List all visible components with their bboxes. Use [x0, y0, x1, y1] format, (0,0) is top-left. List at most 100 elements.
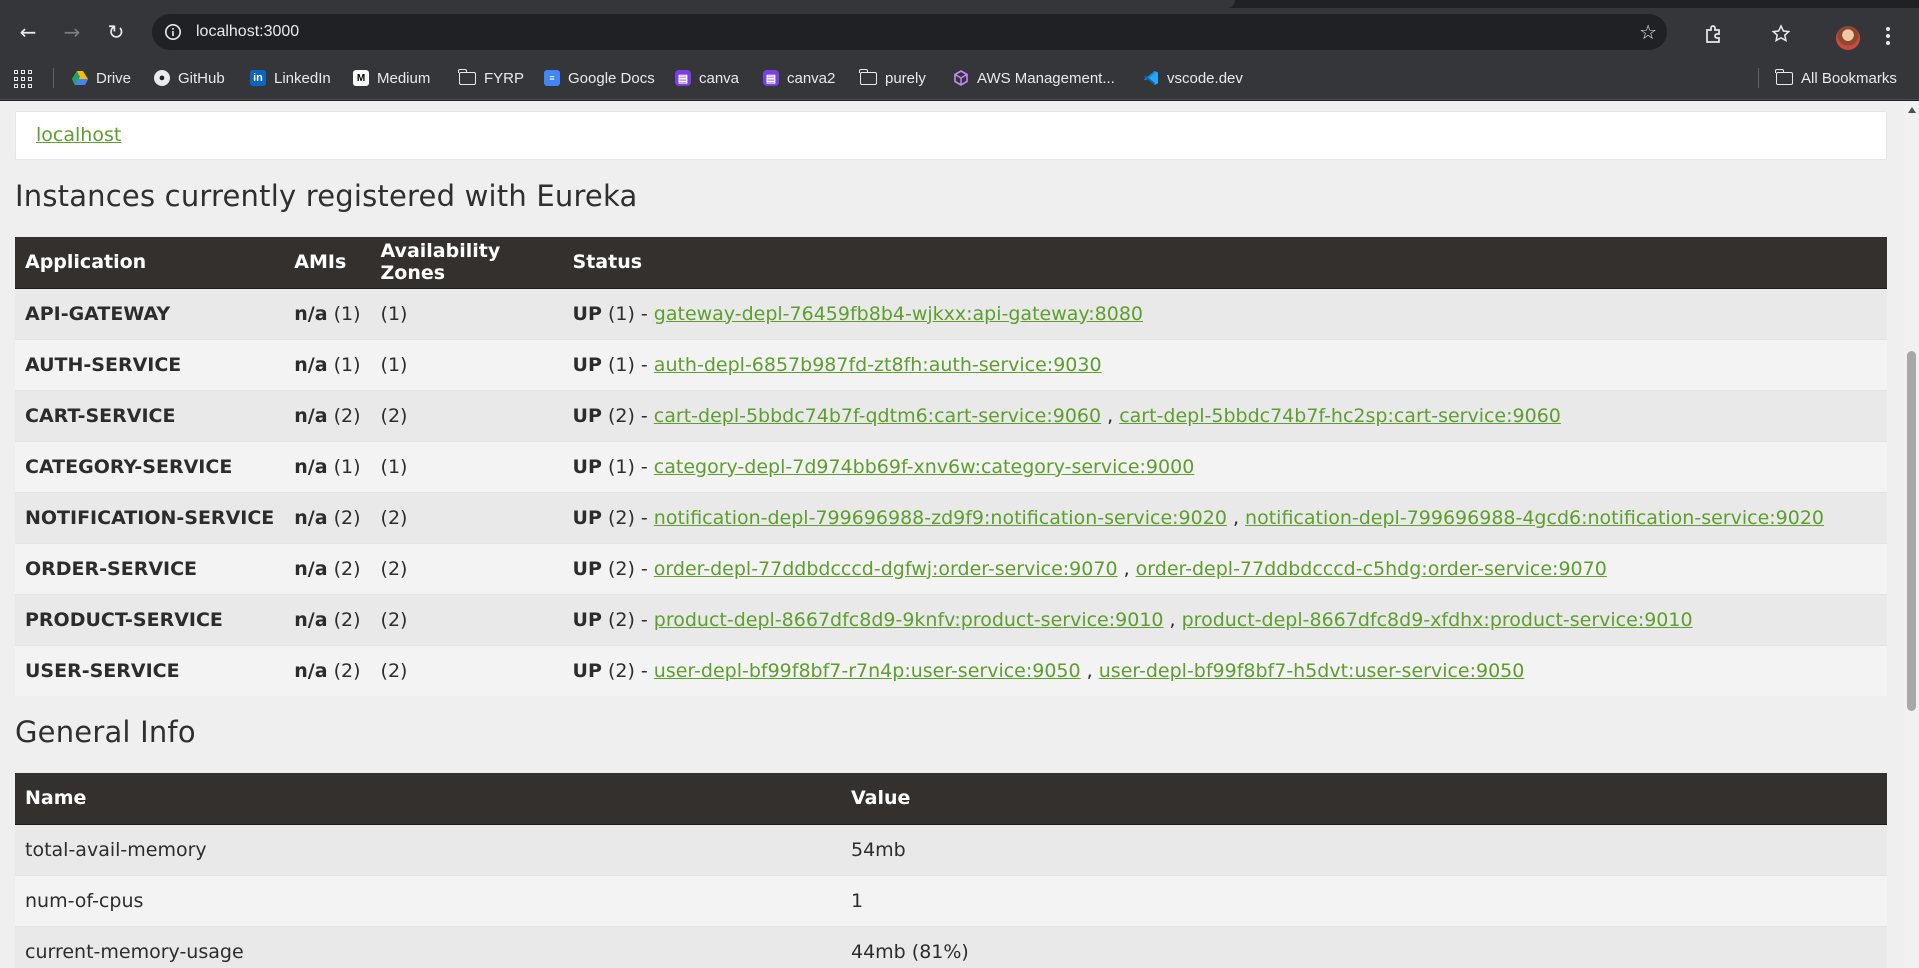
medium-icon: M [353, 70, 369, 86]
zones-cell: (1) [370, 440, 563, 492]
instance-link[interactable]: cart-depl-5bbdc74b7f-qdtm6:cart-service:… [654, 405, 1101, 427]
instances-table: Application AMIs Availability Zones Stat… [15, 237, 1887, 696]
amis-cell: n/a (2) [284, 542, 371, 594]
instance-link[interactable]: gateway-depl-76459fb8b4-wjkxx:api-gatewa… [654, 303, 1143, 325]
status-count: (2) - [607, 506, 648, 529]
apps-grid-icon[interactable] [14, 70, 32, 88]
status-cell: UP (1) - gateway-depl-76459fb8b4-wjkxx:a… [562, 287, 1887, 339]
instance-link[interactable]: notification-depl-799696988-4gcd6:notifi… [1245, 507, 1824, 529]
application-cell: AUTH-SERVICE [15, 338, 285, 390]
column-header: Value [841, 773, 1887, 825]
table-row: ORDER-SERVICE n/a (2) (2) UP (2) - order-de… [15, 542, 1887, 594]
bookmark-label: vscode.dev [1167, 69, 1243, 87]
ami-value: n/a [294, 557, 328, 580]
bookmark-label: purely [885, 69, 926, 87]
folder-icon [458, 68, 476, 85]
instance-link[interactable]: category-depl-7d974bb69f-xnv6w:category-… [654, 456, 1194, 478]
zones-cell: (2) [370, 491, 563, 543]
bookmark-google-docs[interactable]: ≡ Google Docs [544, 66, 655, 90]
bookmark-github[interactable]: ● GitHub [154, 66, 225, 90]
reload-button[interactable]: ↻ [100, 16, 132, 48]
info-name-cell: current-memory-usage [15, 925, 841, 968]
instance-link[interactable]: product-depl-8667dfc8d9-xfdhx:product-se… [1182, 609, 1693, 631]
scroll-up-arrow-icon[interactable] [1908, 107, 1916, 113]
bookmark-aws[interactable]: AWS Management... [953, 66, 1115, 90]
status-badge: UP [572, 608, 602, 631]
instance-link[interactable]: order-depl-77ddbdcccd-dgfwj:order-servic… [654, 558, 1118, 580]
status-badge: UP [572, 302, 602, 325]
ami-value: n/a [294, 506, 328, 529]
forward-button[interactable]: → [56, 16, 88, 48]
ami-value: n/a [294, 608, 328, 631]
arrow-left-icon: ← [19, 20, 37, 44]
bookmarks-divider [53, 68, 54, 88]
folder-icon [1775, 68, 1793, 85]
bookmark-drive[interactable]: Drive [72, 66, 131, 90]
status-cell: UP (2) - order-depl-77ddbdcccd-dgfwj:ord… [562, 542, 1887, 594]
application-name: CART-SERVICE [25, 404, 176, 427]
ami-value: n/a [294, 404, 328, 427]
instance-link[interactable]: user-depl-bf99f8bf7-h5dvt:user-service:9… [1099, 660, 1525, 682]
address-bar[interactable]: localhost:3000 ☆ [152, 14, 1667, 50]
bookmark-star-icon[interactable]: ☆ [1639, 20, 1657, 44]
tab-strip [0, 0, 1919, 8]
bookmark-linkedin[interactable]: in LinkedIn [250, 66, 331, 90]
zones-count: (1) [380, 455, 408, 478]
instance-link[interactable]: notification-depl-799696988-zd9f9:notifi… [654, 507, 1227, 529]
scrollbar-thumb[interactable] [1907, 351, 1916, 711]
status-cell: UP (2) - product-depl-8667dfc8d9-9knfv:p… [562, 593, 1887, 645]
application-cell: CART-SERVICE [15, 389, 285, 441]
bookmark-medium[interactable]: M Medium [353, 66, 430, 90]
bookmark-fyrp[interactable]: FYRP [458, 66, 524, 90]
status-badge: UP [572, 557, 602, 580]
instance-link[interactable]: auth-depl-6857b987fd-zt8fh:auth-service:… [654, 354, 1102, 376]
site-info-icon[interactable] [162, 21, 184, 43]
application-name: API-GATEWAY [25, 302, 171, 325]
ami-value: n/a [294, 353, 328, 376]
back-button[interactable]: ← [12, 16, 44, 48]
extensions-icon[interactable] [1702, 22, 1726, 46]
info-value-cell: 44mb (81%) [841, 925, 1887, 968]
all-bookmarks-button[interactable]: All Bookmarks [1775, 66, 1897, 90]
status-cell: UP (2) - notification-depl-799696988-zd9… [562, 491, 1887, 543]
zones-count: (1) [380, 353, 408, 376]
application-cell: API-GATEWAY [15, 287, 285, 339]
zones-cell: (2) [370, 389, 563, 441]
ami-count: (1) [333, 353, 361, 376]
bookmark-vscode[interactable]: vscode.dev [1143, 66, 1243, 90]
zones-count: (2) [380, 557, 408, 580]
general-info-table: Name Value total-avail-memory 54mb num-of-… [15, 773, 1887, 968]
active-tab[interactable] [0, 0, 1235, 8]
table-row: PRODUCT-SERVICE n/a (2) (2) UP (2) - produc… [15, 593, 1887, 645]
bookmark-purely[interactable]: purely [859, 66, 926, 90]
browser-menu-icon[interactable] [1884, 24, 1892, 48]
reading-list-icon[interactable] [1769, 22, 1793, 46]
page-scrollbar[interactable] [1904, 101, 1919, 968]
zones-cell: (2) [370, 593, 563, 645]
instance-link[interactable]: order-depl-77ddbdcccd-c5hdg:order-servic… [1136, 558, 1607, 580]
google-docs-icon: ≡ [544, 70, 560, 86]
amis-cell: n/a (1) [284, 440, 371, 492]
instance-link[interactable]: product-depl-8667dfc8d9-9knfv:product-se… [654, 609, 1164, 631]
bookmark-canva2[interactable]: ▤ canva2 [763, 66, 835, 90]
column-header: AMIs [284, 237, 371, 289]
folder-icon [859, 68, 877, 85]
bookmark-label: Drive [96, 69, 132, 87]
ami-count: (2) [333, 608, 361, 631]
ami-value: n/a [294, 455, 328, 478]
url-text[interactable]: localhost:3000 [196, 23, 299, 41]
instance-link[interactable]: user-depl-bf99f8bf7-r7n4p:user-service:9… [654, 660, 1081, 682]
status-cell: UP (1) - category-depl-7d974bb69f-xnv6w:… [562, 440, 1887, 492]
profile-avatar[interactable] [1836, 26, 1860, 50]
canva-icon: ▤ [675, 70, 691, 86]
host-link[interactable]: localhost [36, 124, 121, 146]
status-count: (1) - [607, 353, 648, 376]
application-name: AUTH-SERVICE [25, 353, 182, 376]
status-cell: UP (1) - auth-depl-6857b987fd-zt8fh:auth… [562, 338, 1887, 390]
column-header: Availability Zones [370, 237, 563, 289]
info-name-cell: num-of-cpus [15, 874, 841, 926]
bookmark-canva[interactable]: ▤ canva [675, 66, 739, 90]
instance-link[interactable]: cart-depl-5bbdc74b7f-hc2sp:cart-service:… [1119, 405, 1561, 427]
github-icon: ● [154, 70, 170, 86]
status-badge: UP [572, 404, 602, 427]
